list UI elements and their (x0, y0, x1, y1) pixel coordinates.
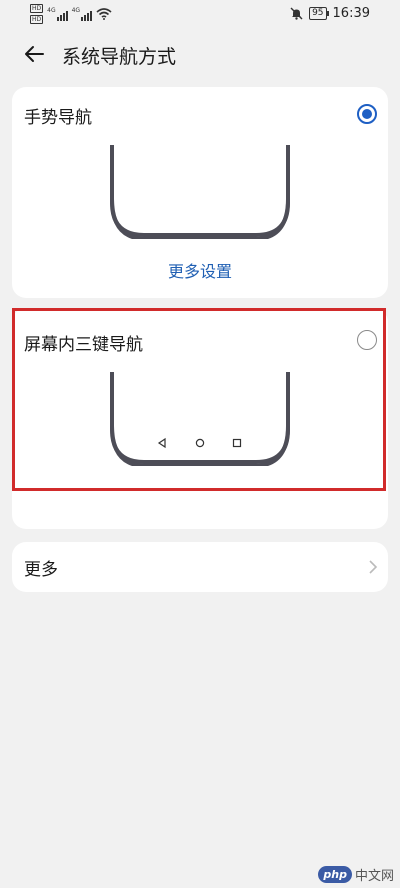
status-left: HD HD 4G 4G (30, 4, 112, 24)
signal-label-1: 4G (47, 7, 56, 14)
battery-indicator: 95 (309, 7, 330, 20)
chevron-right-icon (369, 560, 378, 574)
gesture-nav-label: 手势导航 (24, 108, 92, 128)
gesture-nav-card[interactable]: 手势导航 更多设置 (12, 87, 388, 298)
gesture-phone-illustration (110, 145, 290, 239)
wifi-icon (96, 8, 112, 20)
bell-off-icon (290, 7, 303, 20)
signal-icon-1: 4G (47, 7, 68, 21)
sim-indicators: HD HD (30, 4, 44, 24)
watermark-logo: php (318, 866, 352, 883)
title-bar: 系统导航方式 (0, 28, 400, 80)
status-right: 95 16:39 (290, 6, 370, 21)
watermark-text: 中文网 (354, 869, 394, 884)
signal-icon-2: 4G (71, 7, 93, 21)
highlight-box (12, 308, 386, 491)
more-settings-link[interactable]: 更多设置 (12, 258, 388, 282)
sim-label-2: HD (30, 15, 44, 24)
clock: 16:39 (332, 6, 370, 21)
more-label: 更多 (24, 560, 58, 580)
page-title: 系统导航方式 (62, 46, 177, 68)
more-row[interactable]: 更多 (12, 542, 388, 592)
status-bar: HD HD 4G 4G 95 16:39 (0, 0, 400, 28)
arrow-left-icon[interactable] (22, 42, 46, 66)
gesture-nav-radio[interactable] (357, 104, 377, 124)
watermark: php 中文网 (318, 865, 394, 884)
signal-label-2: 4G (71, 7, 81, 14)
sim-label-1: HD (30, 4, 44, 13)
